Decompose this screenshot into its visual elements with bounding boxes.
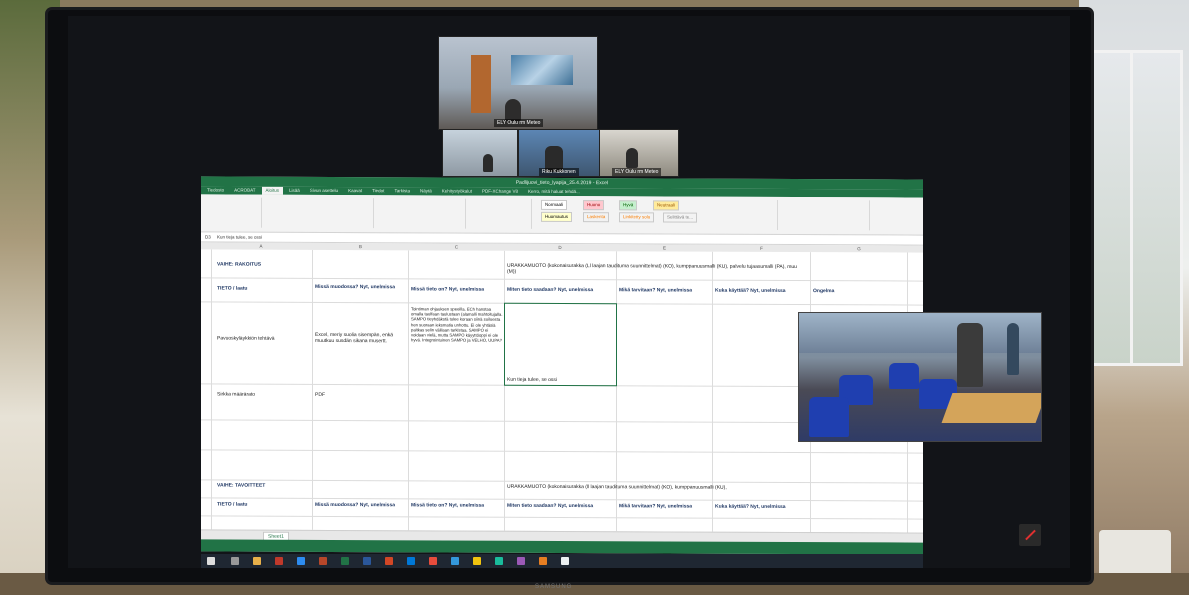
section-title[interactable]: VAIHE: TAVOITTEET bbox=[217, 482, 265, 488]
video-tile-b[interactable]: Riku Kukkonen bbox=[518, 129, 600, 177]
selected-cell[interactable] bbox=[504, 302, 617, 387]
search-icon[interactable] bbox=[231, 557, 239, 565]
tab-developer[interactable]: Kehitystyökalut bbox=[438, 187, 476, 195]
tab-acrobat[interactable]: ACROBAT bbox=[230, 187, 259, 195]
app-icon[interactable] bbox=[385, 557, 393, 565]
camera-overlay[interactable] bbox=[798, 312, 1042, 442]
header-cell[interactable]: TIETO / laatu bbox=[217, 285, 247, 291]
powerpoint-icon[interactable] bbox=[319, 557, 327, 565]
video-tile-main[interactable]: ELY Oulu rm Meteo bbox=[438, 36, 598, 130]
tab-page-layout[interactable]: Sivun asettelu bbox=[306, 187, 342, 195]
tab-pdf[interactable]: PDF-XChange V8 bbox=[478, 188, 522, 196]
tab-review[interactable]: Tarkista bbox=[390, 187, 414, 195]
style-normal[interactable]: Normaali bbox=[541, 199, 568, 211]
start-icon[interactable] bbox=[207, 557, 215, 565]
participant bbox=[505, 99, 521, 121]
header-cell[interactable]: Ongelma bbox=[813, 288, 834, 294]
excel-icon[interactable] bbox=[341, 557, 349, 565]
header-cell[interactable]: TIETO / laatu bbox=[217, 501, 247, 507]
header-cell[interactable]: Missä muodossa? Nyt, unelmissa bbox=[315, 284, 405, 290]
section-note[interactable]: URAKKAMUOTO (kokonaisurakka (ll laajan t… bbox=[507, 484, 807, 491]
header-cell[interactable]: Missä muodossa? Nyt, unelmissa bbox=[315, 502, 405, 508]
table-cell[interactable]: Tointiman ohjauksen speeilla. ECh hansta… bbox=[411, 306, 503, 343]
clipboard-group[interactable] bbox=[203, 197, 262, 228]
header-cell[interactable]: Kuka käyttää? Nyt, unelmissa bbox=[715, 504, 809, 510]
video-tile-c[interactable]: ELY Oulu rm Meteo bbox=[599, 129, 679, 177]
cells-group[interactable] bbox=[721, 199, 778, 230]
alignment-group[interactable] bbox=[375, 198, 466, 229]
header-cell[interactable]: Miten tieto saadaan? Nyt, unelmissa bbox=[507, 503, 615, 509]
person bbox=[1007, 323, 1019, 375]
tab-file[interactable]: Tiedosto bbox=[203, 186, 228, 194]
style-explanatory[interactable]: Selittävä te... bbox=[663, 212, 698, 223]
app-icon[interactable] bbox=[539, 557, 547, 565]
participant bbox=[483, 154, 493, 172]
ribbon: Normaali Huono Hyvä Neutraali Huomautus … bbox=[201, 194, 923, 236]
table-cell[interactable]: PDF bbox=[315, 392, 325, 398]
wall-art bbox=[511, 55, 573, 85]
header-cell[interactable]: Missä tieto on? Nyt, unelmissa bbox=[411, 502, 503, 508]
header-cell[interactable]: Mikä tarvitaan? Nyt, unelmissa bbox=[619, 287, 711, 293]
style-note[interactable]: Huomautus bbox=[541, 211, 573, 223]
tab-insert[interactable]: Lisää bbox=[285, 187, 304, 195]
presenter bbox=[957, 323, 983, 387]
number-group[interactable] bbox=[467, 198, 532, 229]
name-box[interactable]: D3 bbox=[205, 234, 211, 239]
app-icon[interactable] bbox=[473, 557, 481, 565]
editing-group[interactable] bbox=[779, 199, 870, 231]
app-icon[interactable] bbox=[451, 557, 459, 565]
app-icon[interactable] bbox=[495, 557, 503, 565]
chair bbox=[889, 363, 919, 389]
section-title[interactable]: VAIHE: RAKOITUS bbox=[217, 261, 261, 267]
door bbox=[471, 55, 491, 113]
video-caption: Riku Kukkonen bbox=[539, 168, 579, 176]
header-cell[interactable]: Mikä tarvitaan? Nyt, unelmissa bbox=[619, 503, 711, 509]
formula-input[interactable]: Kun tieja tulee, se ossi bbox=[217, 234, 262, 239]
room-background bbox=[799, 313, 1041, 353]
tab-data[interactable]: Tiedot bbox=[368, 187, 388, 195]
chair bbox=[809, 397, 849, 437]
style-calculation[interactable]: Laskenta bbox=[583, 212, 610, 223]
app-icon[interactable] bbox=[517, 557, 525, 565]
tab-formulas[interactable]: Kaavat bbox=[344, 187, 366, 195]
app-icon[interactable] bbox=[407, 557, 415, 565]
app-icon[interactable] bbox=[561, 557, 569, 565]
excel-title: Padlijuovi_tieto_lyapija_25.4.2019 - Exc… bbox=[515, 179, 609, 187]
header-cell[interactable]: Kuka käyttää? Nyt, unelmissa bbox=[715, 288, 809, 294]
style-bad[interactable]: Huono bbox=[583, 200, 605, 211]
taskbar bbox=[201, 554, 923, 568]
tab-home[interactable]: Aloitus bbox=[261, 186, 284, 195]
video-caption: ELY Oulu rm Meteo bbox=[494, 119, 544, 127]
mute-icon[interactable] bbox=[1019, 524, 1041, 546]
tab-view[interactable]: Näytä bbox=[416, 187, 436, 195]
style-good[interactable]: Hyvä bbox=[619, 200, 638, 211]
table-cell[interactable]: Pavuoskyläykkiön tehtävä bbox=[217, 335, 309, 341]
font-group[interactable] bbox=[263, 197, 374, 229]
table bbox=[941, 393, 1041, 423]
word-icon[interactable] bbox=[363, 557, 371, 565]
monitor-brand: SAMSUNG bbox=[535, 584, 573, 590]
header-cell[interactable]: Miten tieto saadaan? Nyt, unelmissa bbox=[507, 287, 615, 293]
video-tile-a[interactable] bbox=[442, 129, 518, 177]
section-note[interactable]: URAKKAMUOTO (kokonaisurakka (Ll laajan t… bbox=[507, 263, 807, 276]
window bbox=[1082, 50, 1183, 366]
folder-icon[interactable] bbox=[253, 557, 261, 565]
table-cell[interactable]: Excel, meriy suolia sisempän, enkä muutk… bbox=[315, 332, 405, 344]
app-icon[interactable] bbox=[297, 557, 305, 565]
app-icon[interactable] bbox=[275, 557, 283, 565]
app-icon[interactable] bbox=[429, 557, 437, 565]
table-cell[interactable]: Sirkka määrärato bbox=[217, 391, 255, 397]
room-wall-right bbox=[1079, 0, 1189, 595]
tell-me-search[interactable]: Kerro, mitä haluat tehdä... bbox=[524, 188, 584, 196]
header-cell[interactable]: Missä tieto on? Nyt, unelmissa bbox=[411, 286, 503, 292]
participant bbox=[626, 148, 638, 168]
style-linked-cell[interactable]: Linkitetty solu bbox=[619, 212, 655, 223]
video-caption: ELY Oulu rm Meteo bbox=[612, 168, 662, 176]
style-neutral[interactable]: Neutraali bbox=[653, 200, 680, 211]
